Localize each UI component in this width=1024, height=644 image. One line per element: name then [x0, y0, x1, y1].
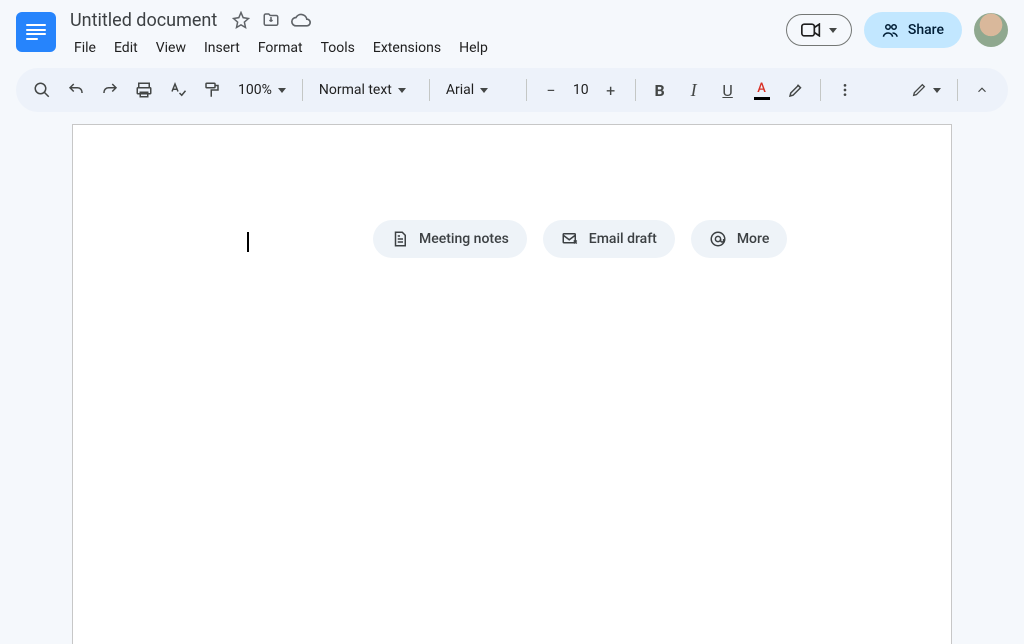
paragraph-style-select[interactable]: Normal text [311, 74, 421, 106]
zoom-select[interactable]: 100% [230, 74, 294, 106]
font-family-value: Arial [446, 82, 474, 98]
document-title[interactable]: Untitled document [66, 8, 221, 33]
chip-label: Meeting notes [419, 231, 509, 247]
pencil-icon [911, 82, 927, 98]
chevron-down-icon [398, 88, 406, 93]
document-icon [391, 230, 409, 248]
font-family-select[interactable]: Arial [438, 74, 518, 106]
chip-meeting-notes[interactable]: Meeting notes [373, 220, 527, 258]
separator [429, 79, 430, 101]
paint-format-button[interactable] [196, 74, 228, 106]
separator [302, 79, 303, 101]
font-size-input[interactable]: 10 [569, 74, 593, 106]
menu-format[interactable]: Format [250, 36, 311, 60]
italic-button[interactable]: I [678, 74, 710, 106]
bold-button[interactable]: B [644, 74, 676, 106]
menu-tools[interactable]: Tools [313, 36, 363, 60]
share-label: Share [908, 22, 944, 38]
video-icon [801, 23, 821, 37]
menu-view[interactable]: View [148, 36, 194, 60]
separator [820, 79, 821, 101]
chip-label: Email draft [589, 231, 657, 247]
share-button[interactable]: Share [864, 12, 962, 48]
separator [526, 79, 527, 101]
text-color-button[interactable]: A [746, 74, 778, 106]
spellcheck-button[interactable] [162, 74, 194, 106]
editing-mode-select[interactable] [903, 74, 949, 106]
menu-edit[interactable]: Edit [106, 36, 146, 60]
redo-button[interactable] [94, 74, 126, 106]
menu-help[interactable]: Help [451, 36, 496, 60]
menu-bar: File Edit View Insert Format Tools Exten… [66, 36, 496, 60]
collapse-toolbar-button[interactable] [966, 74, 998, 106]
highlight-button[interactable] [780, 74, 812, 106]
chip-email-draft[interactable]: Email draft [543, 220, 675, 258]
docs-logo[interactable] [16, 12, 56, 52]
at-icon [709, 230, 727, 248]
menu-file[interactable]: File [66, 36, 104, 60]
font-size-decrease[interactable]: − [535, 74, 567, 106]
toolbar: 100% Normal text Arial − 10 + B I U A [16, 68, 1008, 112]
undo-button[interactable] [60, 74, 92, 106]
email-icon [561, 230, 579, 248]
zoom-value: 100% [238, 82, 272, 98]
chevron-down-icon [933, 88, 941, 93]
separator [635, 79, 636, 101]
chip-label: More [737, 231, 770, 247]
meet-button[interactable] [786, 14, 852, 46]
star-icon[interactable] [231, 10, 251, 30]
move-icon[interactable] [261, 10, 281, 30]
chevron-down-icon [278, 88, 286, 93]
people-icon [882, 22, 900, 38]
font-size-value: 10 [573, 82, 589, 98]
font-size-increase[interactable]: + [595, 74, 627, 106]
account-avatar[interactable] [974, 13, 1008, 47]
search-icon[interactable] [26, 74, 58, 106]
print-button[interactable] [128, 74, 160, 106]
separator [957, 79, 958, 101]
underline-button[interactable]: U [712, 74, 744, 106]
paragraph-style-value: Normal text [319, 82, 392, 98]
menu-extensions[interactable]: Extensions [365, 36, 449, 60]
chip-more[interactable]: More [691, 220, 788, 258]
chevron-down-icon [829, 28, 837, 33]
chevron-down-icon [480, 88, 488, 93]
menu-insert[interactable]: Insert [196, 36, 248, 60]
cloud-status-icon[interactable] [291, 10, 311, 30]
text-cursor [247, 232, 249, 252]
template-chips: Meeting notes Email draft More [373, 220, 787, 258]
more-formatting-button[interactable] [829, 74, 861, 106]
document-page[interactable]: Meeting notes Email draft More [72, 124, 952, 644]
